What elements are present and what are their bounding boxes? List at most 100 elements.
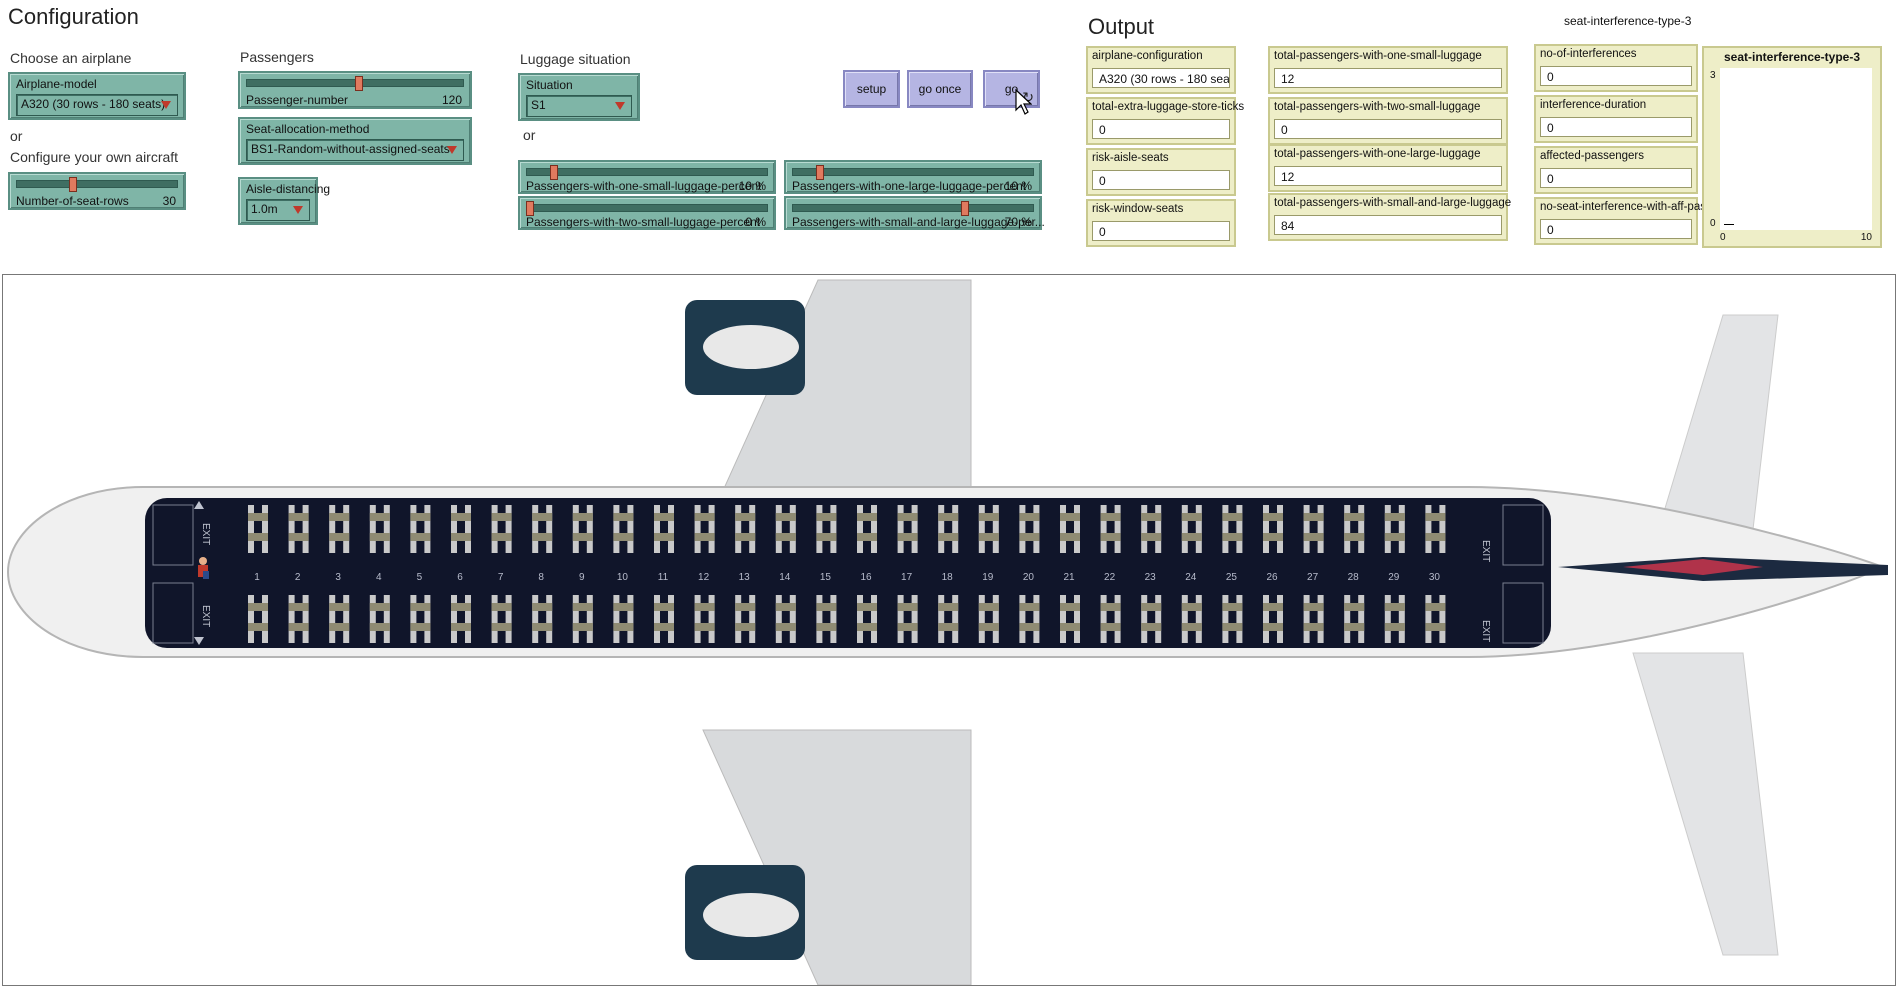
monitor-label: total-passengers-with-two-small-luggage [1274, 101, 1481, 113]
seat-divider [457, 595, 465, 643]
row-number: 7 [498, 572, 504, 583]
seat-divider [660, 505, 668, 553]
seat-band [857, 533, 877, 541]
seat-band [1303, 533, 1324, 541]
slider-handle[interactable] [526, 201, 534, 216]
seat-band [897, 513, 918, 521]
row-number: 3 [335, 572, 341, 583]
seat-rows-slider[interactable]: Number-of-seat-rows 30 [8, 172, 186, 210]
aisle-distancing-chooser[interactable]: Aisle-distancing 1.0m [238, 177, 330, 225]
seat-divider [457, 505, 465, 553]
slider-track[interactable] [792, 168, 1034, 176]
slider-track[interactable] [792, 204, 1034, 212]
monitor-value: 0 [1540, 117, 1692, 137]
seat-band [897, 603, 918, 611]
monitor-value: 0 [1092, 119, 1230, 139]
seat-divider [254, 505, 262, 553]
seat-band [857, 623, 877, 631]
plot-title: seat-interference-type-3 [1723, 50, 1861, 64]
luggage-slider-2[interactable]: Passengers-with-one-large-luggage-percen… [784, 160, 1042, 194]
seat-band [1222, 533, 1243, 541]
monitor-value: 0 [1092, 170, 1230, 190]
luggage-slider-value: 70 % [1004, 215, 1032, 229]
luggage-slider-4[interactable]: Passengers-with-small-and-large-luggage-… [784, 196, 1045, 230]
slider-handle[interactable] [69, 177, 78, 192]
seat-band [288, 533, 309, 541]
seat-band [451, 533, 471, 541]
seat-band [491, 513, 512, 521]
y-axis-min: 0 [1710, 218, 1716, 229]
seat-divider [1147, 505, 1156, 553]
seat-divider [538, 595, 547, 643]
row-number: 10 [617, 572, 629, 583]
seat-band [248, 603, 268, 611]
slider-handle[interactable] [816, 165, 825, 180]
seat-band [1425, 513, 1446, 521]
situation-chooser[interactable]: Situation S1 [518, 73, 640, 121]
row-number: 20 [1023, 572, 1035, 583]
monitor-label: risk-window-seats [1092, 203, 1184, 215]
passenger-number-slider[interactable]: Passenger-number 120 [238, 71, 472, 109]
seat-band [613, 513, 634, 521]
seat-divider [538, 505, 547, 553]
seat-divider [1309, 505, 1318, 553]
go-once-button[interactable]: go once [907, 70, 973, 108]
seat-divider [1269, 595, 1277, 643]
luggage-slider-3[interactable]: Passengers-with-two-small-luggage-percen… [518, 196, 776, 230]
row-number: 18 [942, 572, 954, 583]
seat-rows-value: 30 [162, 194, 176, 208]
luggage-slider-label: Passengers-with-one-small-luggage-percen… [526, 179, 762, 193]
luggage-slider-1[interactable]: Passengers-with-one-small-luggage-percen… [518, 160, 776, 194]
seat-divider [741, 595, 750, 643]
seat-band [1100, 603, 1121, 611]
seat-band [1384, 603, 1405, 611]
seat-divider [863, 505, 871, 553]
seat-divider [578, 595, 587, 643]
seat-band [248, 513, 268, 521]
seat-band [329, 513, 350, 521]
seat-divider [1228, 505, 1237, 553]
monitor-affected-passengers: affected-passengers 0 [1534, 146, 1698, 194]
seat-band [735, 513, 756, 521]
seat-interference-plot: seat-interference-type-3 3 0 0 10 [1702, 46, 1882, 248]
seat-band [857, 603, 877, 611]
y-axis-max: 3 [1710, 70, 1716, 81]
luggage-slider-value: 10 % [738, 179, 766, 193]
setup-button[interactable]: setup [843, 70, 900, 108]
seat-band [491, 533, 512, 541]
airplane-model-label: Airplane-model [16, 77, 97, 91]
row-number: 14 [779, 572, 791, 583]
slider-track[interactable] [526, 204, 768, 212]
aisle-distancing-value: 1.0m [251, 202, 278, 216]
slider-handle[interactable] [355, 76, 363, 91]
seat-divider [1431, 595, 1440, 643]
slider-handle[interactable] [961, 201, 970, 216]
seat-band [1060, 603, 1080, 611]
slider-track[interactable] [526, 168, 768, 176]
seat-band [532, 623, 553, 631]
monitor-label: interference-duration [1540, 99, 1647, 111]
seat-allocation-chooser[interactable]: Seat-allocation-method BS1-Random-withou… [238, 117, 472, 165]
seat-band [1060, 533, 1080, 541]
seat-divider [1066, 595, 1074, 643]
seat-divider [700, 595, 709, 643]
seat-band [694, 533, 715, 541]
seat-band [775, 533, 796, 541]
seat-band [1181, 603, 1202, 611]
seat-band [1181, 513, 1202, 521]
seat-rows-label: Number-of-seat-rows [16, 194, 129, 208]
row-number: 28 [1348, 572, 1360, 583]
airplane-model-chooser[interactable]: Airplane-model A320 (30 rows - 180 seats… [8, 72, 186, 120]
slider-handle[interactable] [550, 165, 559, 180]
row-number: 11 [658, 572, 669, 583]
seat-band [816, 603, 837, 611]
seat-band [1019, 533, 1040, 541]
slider-track[interactable] [16, 180, 178, 188]
seat-band [369, 533, 390, 541]
monitor-value: 84 [1274, 215, 1502, 235]
seat-band [857, 513, 877, 521]
seat-divider [294, 595, 303, 643]
world-view[interactable]: 1 2 3 4 5 6 7 8 9 10 11 12 13 14 15 16 17 18 19 20 21 22 23 24 2… [2, 274, 1896, 986]
monitor-value: A320 (30 rows - 180 seats) [1092, 68, 1230, 88]
seat-band [816, 623, 837, 631]
